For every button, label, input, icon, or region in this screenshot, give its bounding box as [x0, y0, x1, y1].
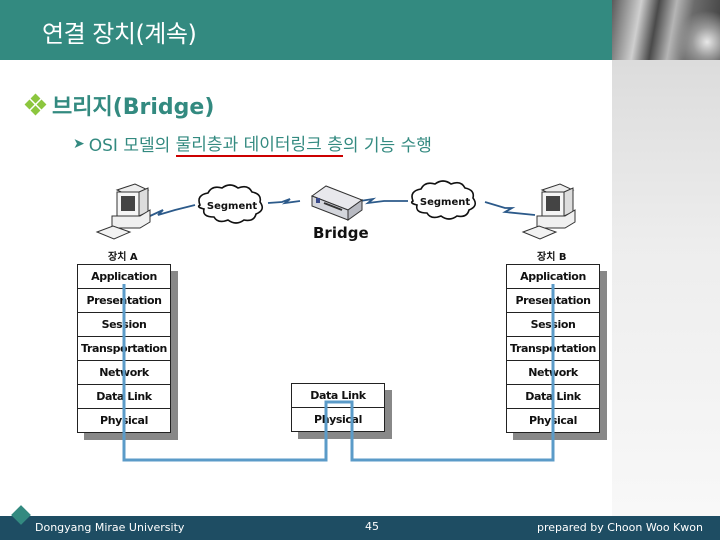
heading-text: 브리지(Bridge): [52, 95, 215, 120]
footer-institution: Dongyang Mirae University: [35, 521, 185, 534]
section-heading: 브리지(Bridge): [24, 89, 215, 121]
subline-prefix: OSI 모델의: [88, 136, 176, 156]
footer-bar: Dongyang Mirae University 45 prepared by…: [0, 516, 720, 540]
osi-layer: Physical: [529, 414, 577, 427]
osi-layer: Network: [78, 361, 170, 385]
device-b-label: 장치 B: [537, 252, 567, 263]
osi-layer: Transportation: [78, 337, 170, 361]
device-a-label: 장치 A: [108, 252, 138, 263]
bridge-device-icon: [310, 185, 364, 221]
page-number: 45: [365, 520, 379, 533]
link-segment-to-b: [484, 201, 536, 216]
osi-layer: Presentation: [78, 289, 170, 313]
osi-stack-device-b: Application Presentation Session Transporta…: [506, 264, 600, 433]
osi-layer: Session: [78, 313, 170, 337]
side-panel: [612, 60, 720, 516]
subline-suffix: 의 기능 수행: [342, 136, 432, 156]
sub-bullet: ➤ OSI 모델의 물리층과 데이터링크 층 의 기능 수행: [73, 130, 432, 157]
osi-layer: Data Link: [78, 385, 170, 409]
osi-layer: Application: [78, 265, 170, 289]
computer-a-icon: [95, 183, 151, 240]
link-a-to-segment: [149, 204, 196, 217]
osi-layer: Physical: [314, 413, 362, 426]
slide-title: 연결 장치(계속): [42, 20, 197, 48]
computer-b-icon: [521, 183, 576, 240]
subline-highlight: 물리층과 데이터링크 층: [175, 130, 343, 157]
data-path-line: [122, 284, 555, 462]
segment-cloud-right: Segment: [410, 180, 477, 220]
link-segment-to-bridge: [267, 198, 301, 205]
osi-layer: Application: [507, 265, 599, 289]
osi-layer: Data Link: [507, 385, 599, 409]
arrow-bullet-icon: ➤: [73, 135, 85, 152]
osi-layer: Data Link: [292, 384, 384, 408]
osi-layer: Session: [507, 313, 599, 337]
decorative-image: [612, 0, 720, 60]
segment-left-label: Segment: [207, 201, 257, 212]
link-bridge-to-segment: [359, 197, 408, 205]
osi-stack-bridge: Data Link Physical: [291, 383, 385, 432]
segment-cloud-left: Segment: [197, 184, 264, 224]
osi-stack-device-a: Application Presentation Session Transporta…: [77, 264, 171, 433]
osi-layer: Presentation: [507, 289, 599, 313]
title-bar: 연결 장치(계속): [0, 0, 612, 60]
osi-layer: Physical: [100, 414, 148, 427]
segment-right-label: Segment: [420, 197, 470, 208]
osi-layer: Transportation: [507, 337, 599, 361]
footer-author: prepared by Choon Woo Kwon: [537, 521, 703, 534]
osi-layer: Network: [507, 361, 599, 385]
bridge-label: Bridge: [313, 224, 369, 242]
diamond-bullet-icon: [24, 93, 47, 116]
